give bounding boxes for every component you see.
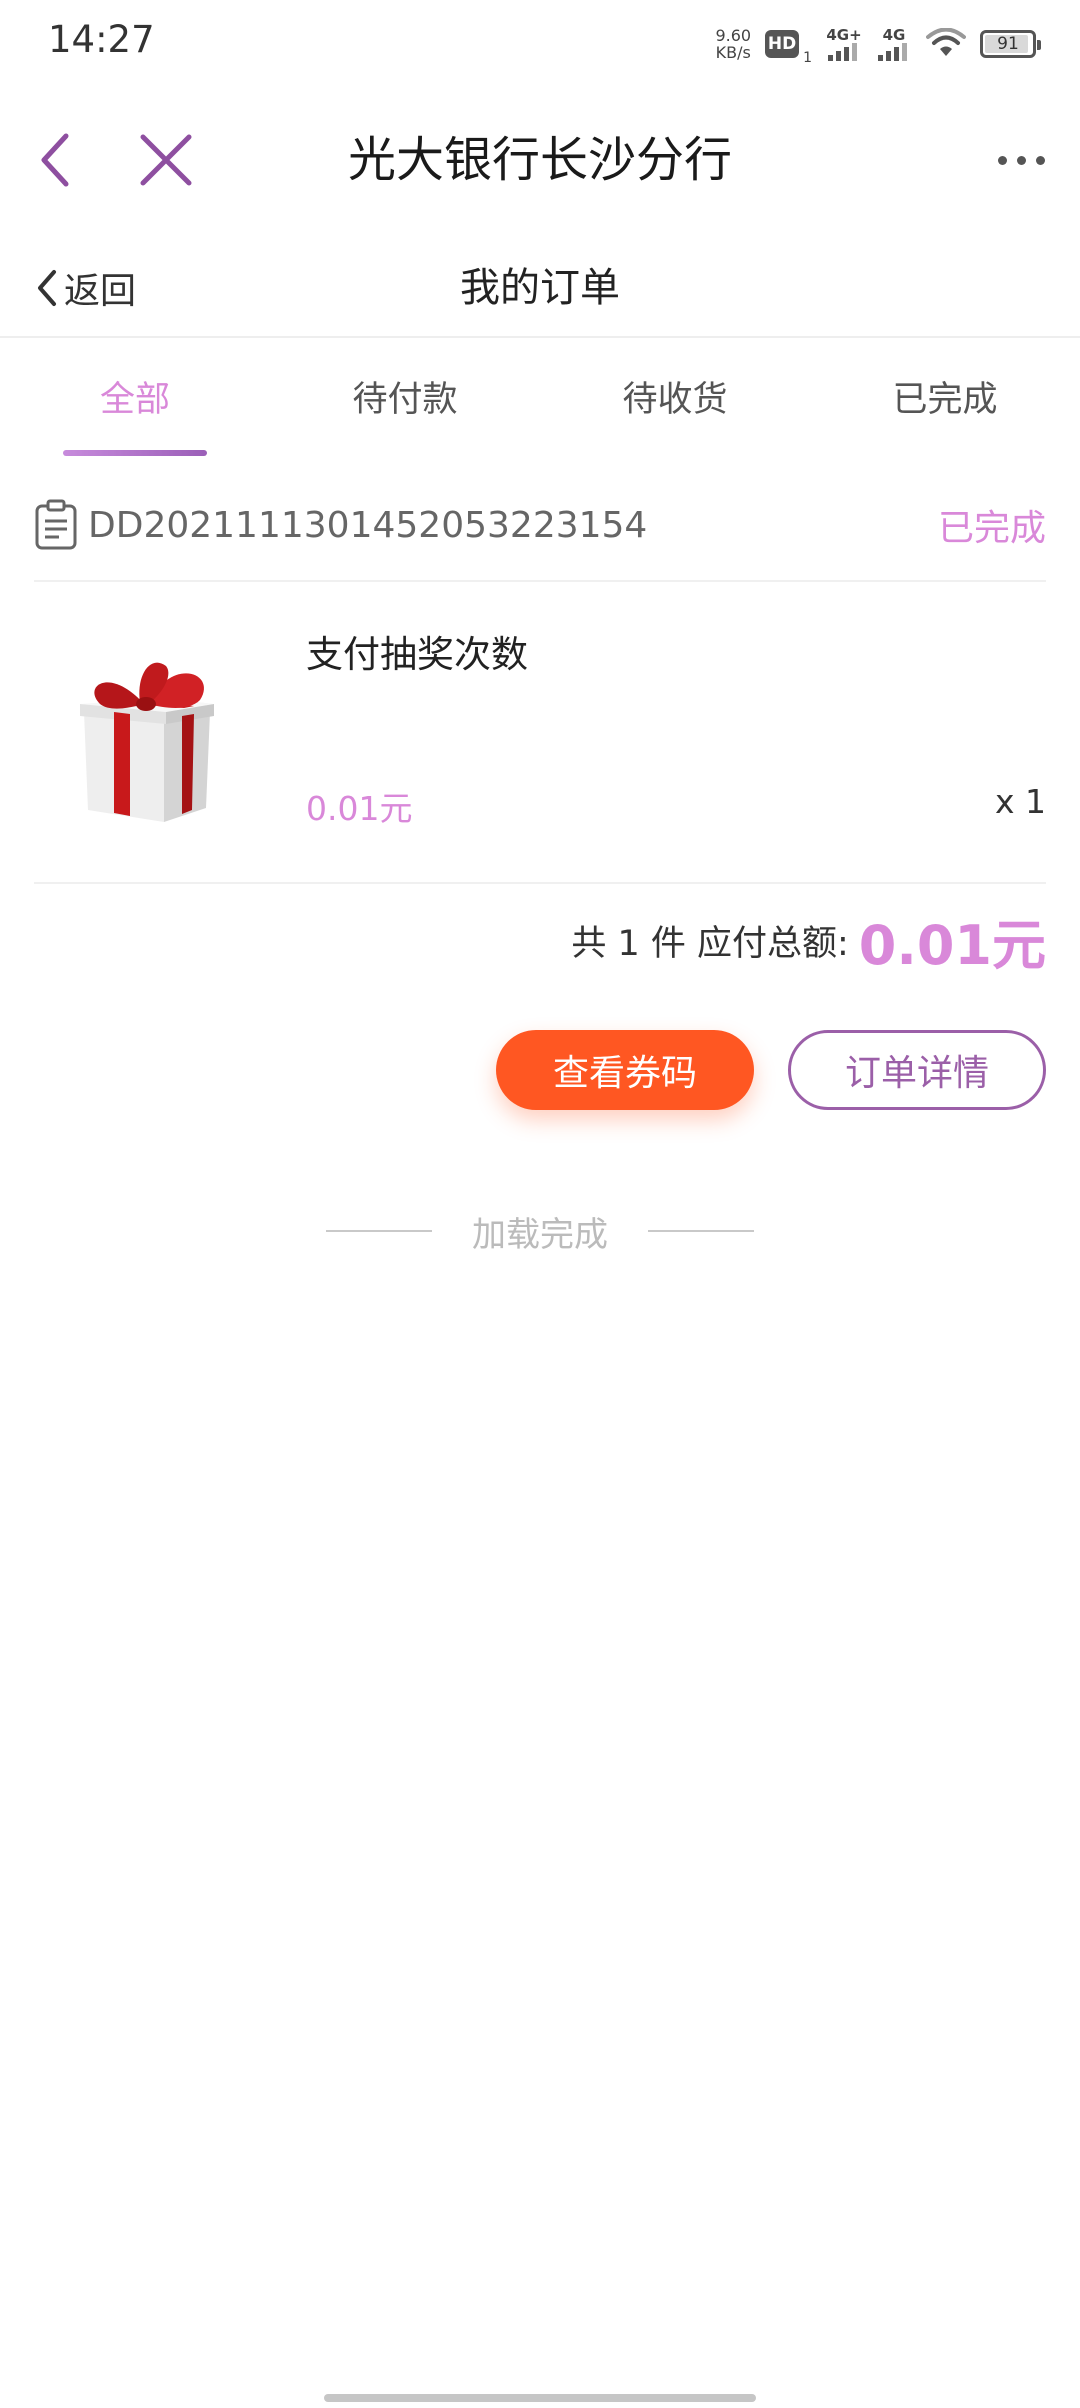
order-number: DD20211113014520532231​54 <box>88 504 648 546</box>
product-quantity: x 1 <box>994 782 1046 821</box>
signal-icon-sim2: 4G <box>876 27 912 61</box>
more-menu-button[interactable] <box>986 130 1056 190</box>
chevron-left-icon <box>41 133 69 187</box>
tab-all[interactable]: 全部 <box>0 340 270 460</box>
view-coupon-code-button[interactable]: 查看券码 <box>496 1030 754 1110</box>
order-summary-label: 共 1 件 应付总额: <box>571 923 849 964</box>
nav-back-button[interactable] <box>18 122 94 198</box>
network-speed-value: 9.60 <box>715 26 752 45</box>
nav-close-button[interactable] <box>128 122 204 198</box>
network-speed-unit: KB/s <box>715 43 751 62</box>
tab-pending-delivery[interactable]: 待收货 <box>540 340 810 460</box>
signal-bars-icon <box>878 43 907 61</box>
more-dot-icon <box>997 155 1007 165</box>
divider-left <box>326 1230 432 1232</box>
page-back-button[interactable]: 返回 <box>34 260 136 316</box>
signal-icon-sim1: 4G+ <box>826 27 862 61</box>
close-icon <box>140 134 192 186</box>
order-header: DD20211113014520532231​54 已完成 <box>34 470 1046 582</box>
clipboard-icon <box>35 499 77 550</box>
order-card: DD20211113014520532231​54 已完成 <box>34 470 1046 1144</box>
hd-voice-icon: HD <box>765 30 800 58</box>
load-complete-text: 加载完成 <box>472 1214 608 1255</box>
product-name: 支付抽奖次数 <box>306 633 528 676</box>
status-time: 14:27 <box>48 18 155 61</box>
order-summary: 共 1 件 应付总额: 0.01元 <box>34 884 1046 996</box>
order-actions: 查看券码 订单详情 <box>34 996 1046 1144</box>
chevron-left-icon <box>38 270 56 306</box>
signal-bars-icon <box>828 43 857 61</box>
tab-completed[interactable]: 已完成 <box>810 340 1080 460</box>
hd-sub-label: 1 <box>803 50 812 66</box>
signal-label-sim1: 4G+ <box>826 26 862 44</box>
status-bar: 14:27 9.60 KB/s HD 1 4G+ 4G 91 <box>0 0 1080 84</box>
order-total-amount: 0.01元 <box>858 913 1046 977</box>
divider-right <box>648 1230 754 1232</box>
page-title: 我的订单 <box>460 265 620 311</box>
battery-icon: 91 <box>980 30 1041 58</box>
status-icons: 9.60 KB/s HD 1 4G+ 4G 91 <box>715 22 1041 66</box>
tab-pending-payment[interactable]: 待付款 <box>270 340 540 460</box>
battery-level: 91 <box>997 34 1019 54</box>
order-item[interactable]: 支付抽奖次数 0.01元 x 1 <box>34 582 1046 884</box>
more-dot-icon <box>1016 155 1026 165</box>
load-complete-indicator: 加载完成 <box>0 1196 1080 1266</box>
hd-label: HD <box>767 34 797 54</box>
screen: 14:27 9.60 KB/s HD 1 4G+ 4G 91 光大银行长沙分行 … <box>0 0 1080 2408</box>
nav-title: 光大银行长沙分行 <box>347 132 732 188</box>
product-price: 0.01元 <box>306 789 413 828</box>
page-back-label: 返回 <box>64 271 137 312</box>
page-header: 返回 我的订单 <box>0 240 1080 338</box>
app-nav-bar: 光大银行长沙分行 <box>0 100 1080 220</box>
order-status: 已完成 <box>937 508 1046 549</box>
home-gesture-bar[interactable] <box>324 2394 756 2402</box>
gift-box-icon <box>80 662 214 822</box>
network-speed: 9.60 KB/s <box>715 27 751 61</box>
wifi-icon <box>926 28 966 56</box>
order-tabs: 全部 待付款 待收货 已完成 <box>0 340 1080 460</box>
order-detail-button[interactable]: 订单详情 <box>788 1030 1046 1110</box>
more-dot-icon <box>1035 155 1045 165</box>
signal-label-sim2: 4G <box>882 26 906 44</box>
